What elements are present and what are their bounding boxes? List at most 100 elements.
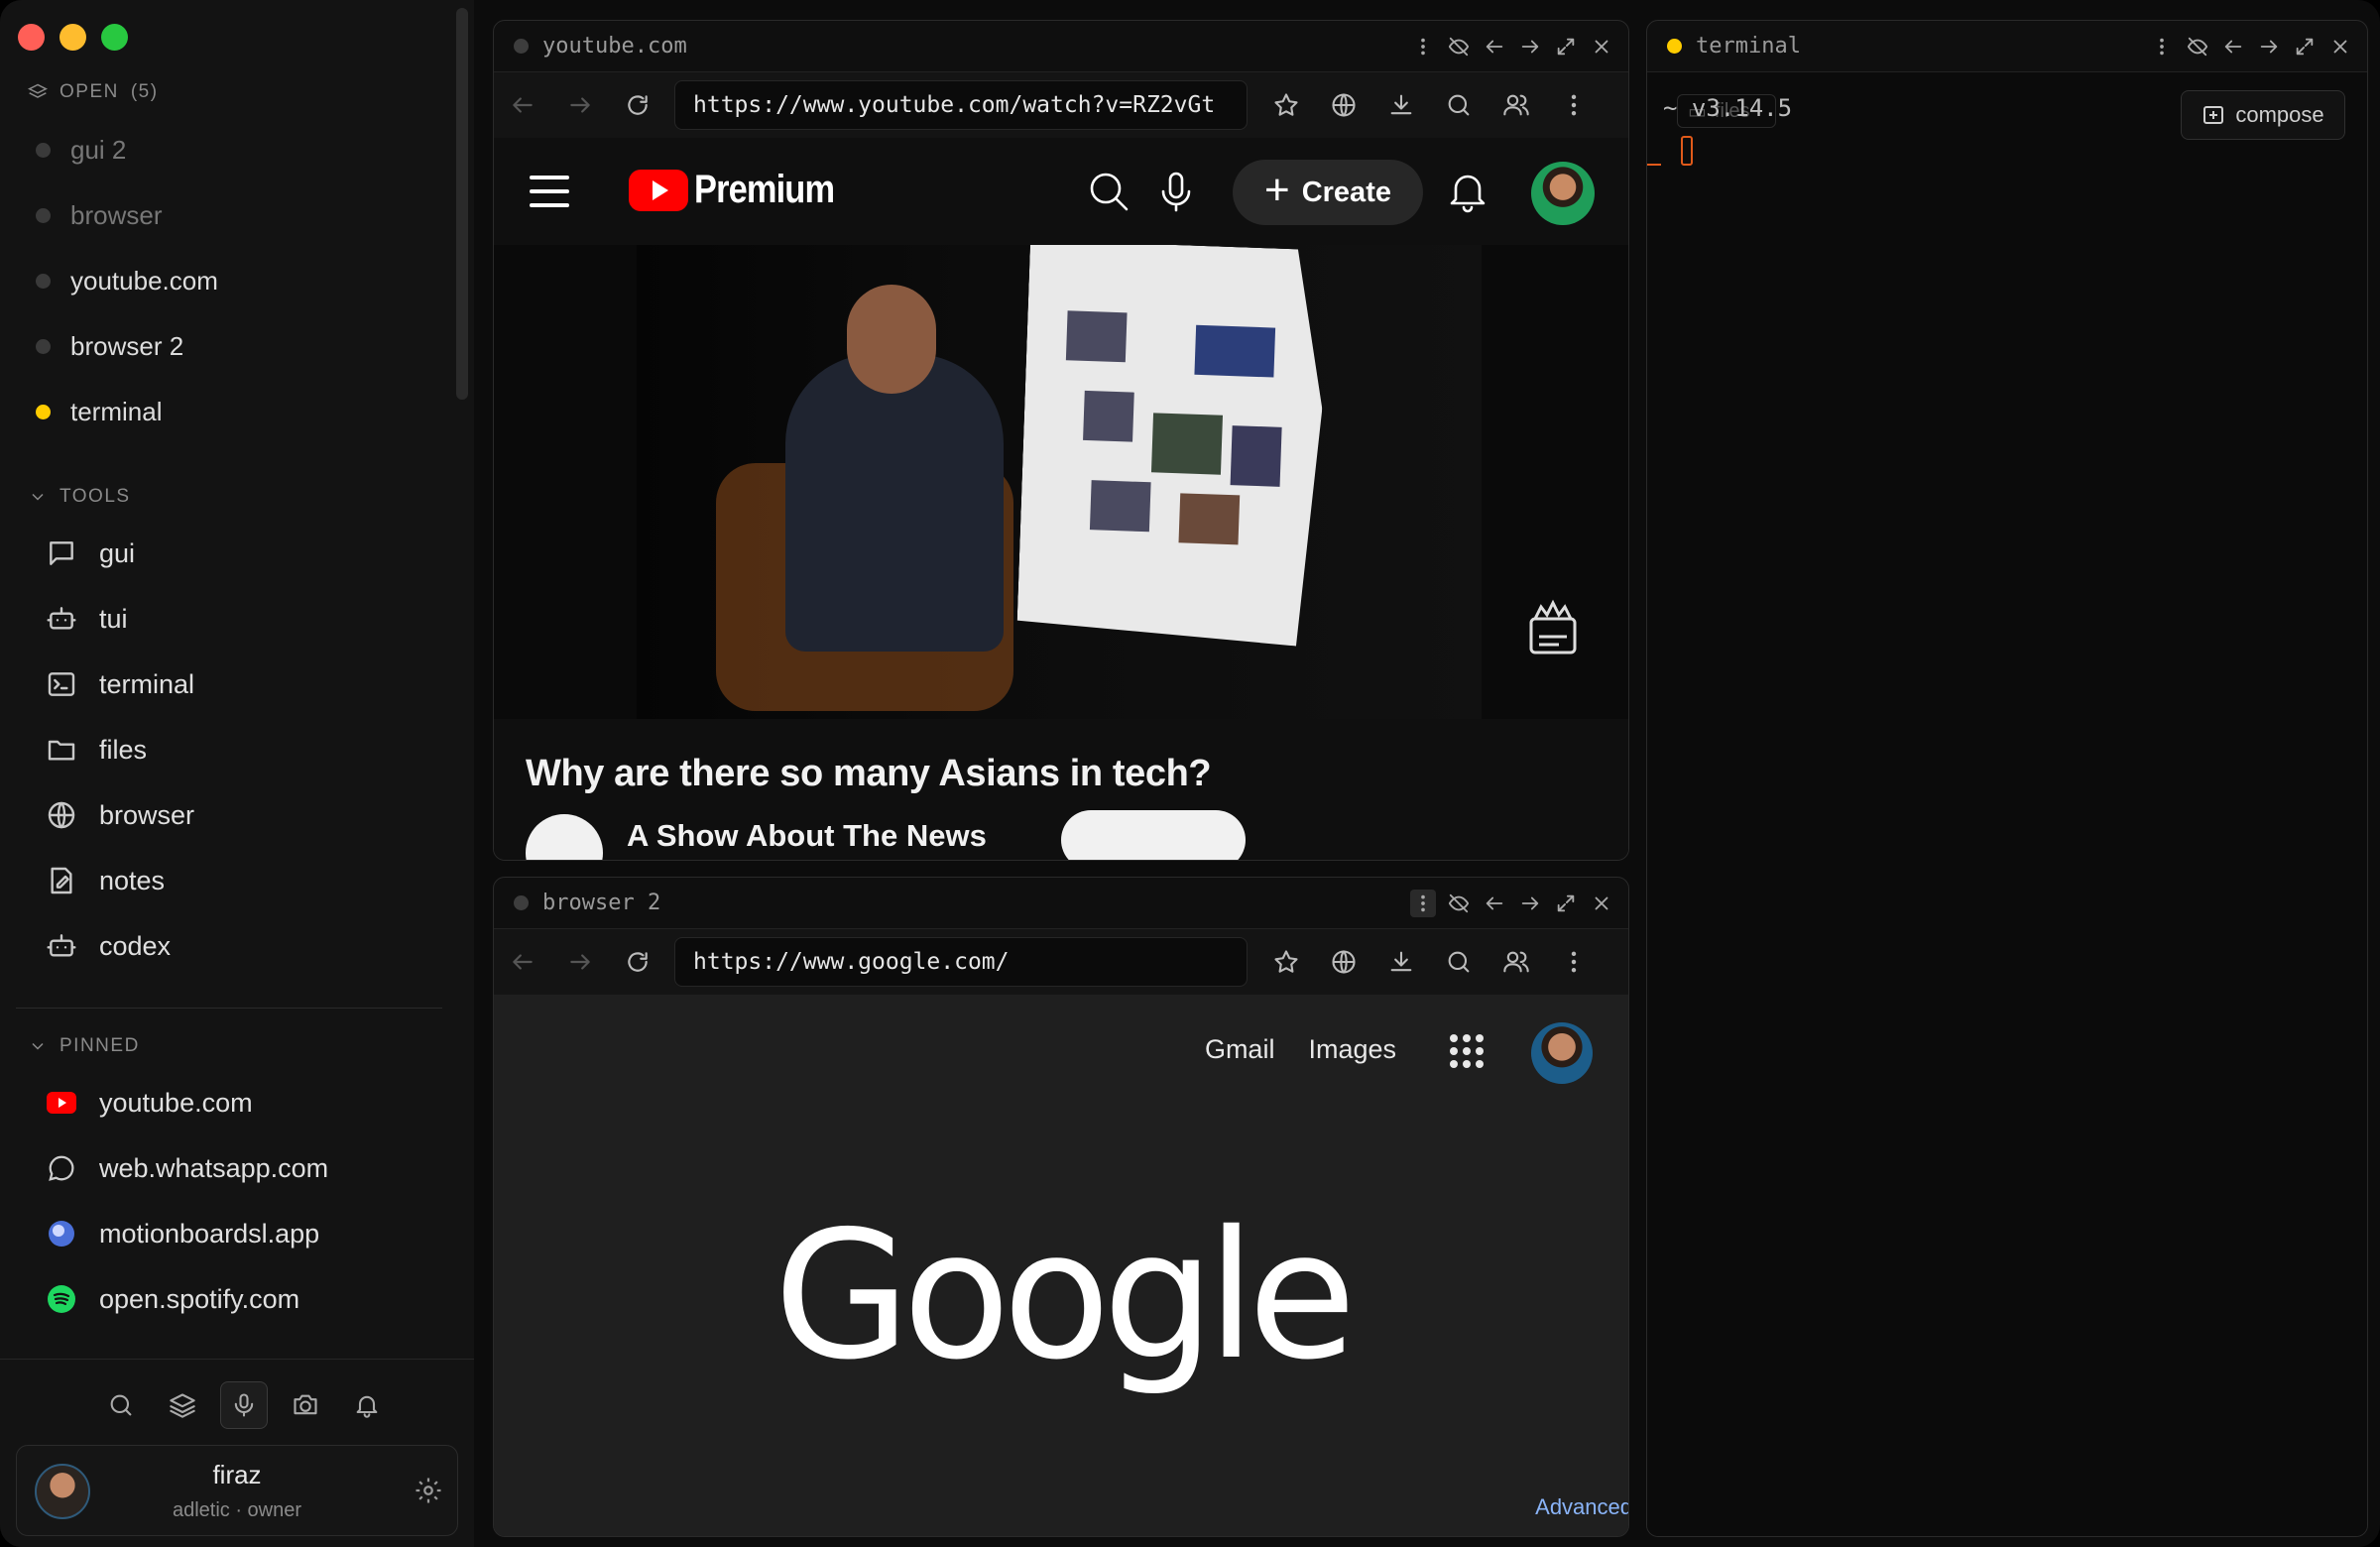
pinned-item-motionboard[interactable]: motionboardsl.app xyxy=(46,1218,319,1250)
pinned-item-spotify[interactable]: open.spotify.com xyxy=(46,1283,299,1315)
expand-button[interactable] xyxy=(2292,33,2318,60)
reload-button[interactable] xyxy=(609,929,666,995)
create-button[interactable]: + Create xyxy=(1233,160,1423,225)
forward-button[interactable] xyxy=(551,72,609,138)
open-count: (5) xyxy=(130,81,159,102)
camera-button[interactable] xyxy=(282,1381,329,1429)
google-logo: Google xyxy=(774,1193,1357,1398)
microphone-button[interactable] xyxy=(220,1381,268,1429)
subscribe-button[interactable] xyxy=(1061,810,1246,860)
more-button[interactable] xyxy=(1410,890,1436,917)
layers-button[interactable] xyxy=(159,1381,206,1429)
tool-item-tui[interactable]: tui xyxy=(46,603,128,635)
hide-button[interactable] xyxy=(1446,890,1472,917)
more-button[interactable] xyxy=(1410,33,1436,60)
minimize-window-button[interactable] xyxy=(60,24,86,51)
settings-button[interactable] xyxy=(414,1476,443,1505)
channel-avatar[interactable] xyxy=(526,814,603,860)
download-button[interactable] xyxy=(1372,929,1430,995)
open-item-terminal[interactable]: terminal xyxy=(36,397,162,427)
apps-grid-icon[interactable] xyxy=(1450,1034,1484,1068)
user-card[interactable]: firaz adletic · owner xyxy=(16,1445,458,1536)
pinned-item-label: youtube.com xyxy=(99,1087,253,1118)
search-button[interactable] xyxy=(97,1381,145,1429)
zoom-window-button[interactable] xyxy=(101,24,128,51)
move-right-button[interactable] xyxy=(1517,33,1543,60)
forward-button[interactable] xyxy=(551,929,609,995)
tool-item-label: files xyxy=(99,734,148,765)
find-button[interactable] xyxy=(1430,72,1488,138)
move-right-button[interactable] xyxy=(1517,890,1543,917)
tool-item-terminal[interactable]: terminal xyxy=(46,668,194,700)
move-left-button[interactable] xyxy=(1482,33,1507,60)
channel-row: A Show About The News xyxy=(526,810,1418,860)
find-button[interactable] xyxy=(1430,929,1488,995)
tool-item-browser[interactable]: browser xyxy=(46,799,194,831)
pinned-section-header[interactable]: PINNED xyxy=(28,1035,140,1057)
expand-button[interactable] xyxy=(1553,33,1579,60)
close-pane-button[interactable] xyxy=(1589,33,1614,60)
open-item-gui-2[interactable]: gui 2 xyxy=(36,135,126,166)
tool-item-gui[interactable]: gui xyxy=(46,537,135,569)
url-input[interactable]: https://www.youtube.com/watch?v=RZ2vGt xyxy=(674,80,1248,130)
move-left-button[interactable] xyxy=(1482,890,1507,917)
browser-menu-button[interactable] xyxy=(1545,929,1603,995)
hide-button[interactable] xyxy=(2185,33,2210,60)
reload-button[interactable] xyxy=(609,72,666,138)
status-dot xyxy=(36,339,51,354)
voice-search-button[interactable] xyxy=(1152,168,1200,215)
arrow-left-icon xyxy=(2224,40,2242,54)
tool-item-files[interactable]: files xyxy=(46,734,147,766)
pane-browser-2: browser 2 https://www.google.com/ Gmail … xyxy=(493,877,1629,1537)
back-button[interactable] xyxy=(494,929,551,995)
avatar[interactable] xyxy=(1531,162,1595,225)
sidebar-scrollbar[interactable] xyxy=(456,8,468,400)
pinned-header-label: PINNED xyxy=(60,1035,140,1056)
profiles-button[interactable] xyxy=(1488,72,1545,138)
translate-button[interactable] xyxy=(1315,929,1372,995)
bookmark-button[interactable] xyxy=(1257,929,1315,995)
browser-toolbar: https://www.google.com/ xyxy=(494,929,1628,995)
translate-button[interactable] xyxy=(1315,72,1372,138)
compose-button[interactable]: compose xyxy=(2181,90,2345,140)
hide-button[interactable] xyxy=(1446,33,1472,60)
arrow-right-icon xyxy=(1521,896,1539,910)
back-button[interactable] xyxy=(494,72,551,138)
youtube-search-button[interactable] xyxy=(1085,168,1132,215)
open-header-label: OPEN xyxy=(60,81,119,102)
open-item-youtube[interactable]: youtube.com xyxy=(36,266,218,297)
open-item-browser-2[interactable]: browser 2 xyxy=(36,331,183,362)
pinned-item-youtube[interactable]: youtube.com xyxy=(46,1087,253,1119)
menu-icon[interactable] xyxy=(530,176,569,207)
pinned-item-whatsapp[interactable]: web.whatsapp.com xyxy=(46,1152,328,1184)
expand-button[interactable] xyxy=(1553,890,1579,917)
move-right-button[interactable] xyxy=(2256,33,2282,60)
channel-name[interactable]: A Show About The News xyxy=(627,818,987,854)
tools-section-header[interactable]: TOOLS xyxy=(28,486,131,508)
window-controls xyxy=(18,24,128,51)
advanced-link[interactable]: Advanced xyxy=(1535,1494,1628,1520)
close-pane-button[interactable] xyxy=(2327,33,2353,60)
download-button[interactable] xyxy=(1372,72,1430,138)
tool-item-codex[interactable]: codex xyxy=(46,930,171,962)
yt-notifications-button[interactable] xyxy=(1444,168,1491,215)
pane-status-dot xyxy=(514,895,529,910)
gmail-link[interactable]: Gmail xyxy=(1205,1034,1275,1065)
close-pane-button[interactable] xyxy=(1589,890,1614,917)
terminal-body[interactable]: ▭ files ~ v3.14.5 compose xyxy=(1647,72,2367,1536)
youtube-premium-logo[interactable]: Premium xyxy=(629,168,857,212)
more-button[interactable] xyxy=(2149,33,2175,60)
move-left-button[interactable] xyxy=(2220,33,2246,60)
profiles-button[interactable] xyxy=(1488,929,1545,995)
images-link[interactable]: Images xyxy=(1308,1034,1396,1065)
url-input[interactable]: https://www.google.com/ xyxy=(674,937,1248,987)
open-item-browser[interactable]: browser xyxy=(36,200,162,231)
notifications-button[interactable] xyxy=(343,1381,391,1429)
bookmark-button[interactable] xyxy=(1257,72,1315,138)
tool-item-notes[interactable]: notes xyxy=(46,865,165,896)
avatar[interactable] xyxy=(1531,1022,1593,1084)
browser-menu-button[interactable] xyxy=(1545,72,1603,138)
close-window-button[interactable] xyxy=(18,24,45,51)
video-player[interactable] xyxy=(494,245,1628,719)
arrow-left-icon xyxy=(1486,40,1503,54)
